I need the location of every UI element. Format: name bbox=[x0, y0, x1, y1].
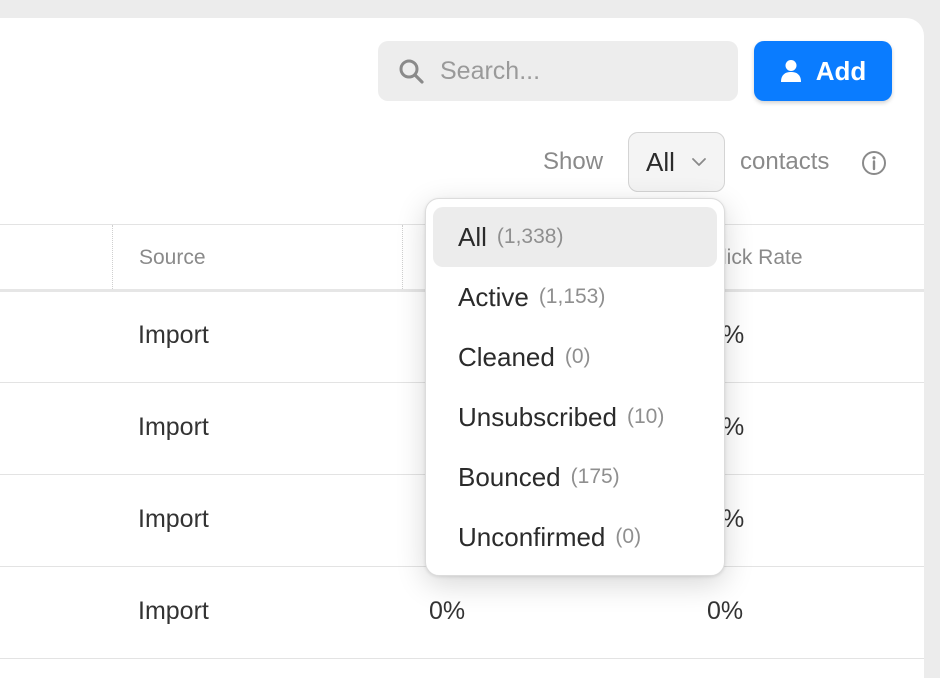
option-label: Bounced bbox=[458, 461, 561, 492]
open-rate-cell: 0% bbox=[429, 597, 466, 625]
column-divider bbox=[112, 225, 113, 289]
filter-option-unsubscribed[interactable]: Unsubscribed (10) bbox=[433, 387, 717, 447]
person-icon bbox=[780, 60, 801, 82]
column-header-click-rate[interactable]: lick Rate bbox=[722, 246, 803, 270]
search-icon bbox=[399, 59, 424, 84]
option-label: All bbox=[458, 221, 487, 252]
click-rate-cell: % bbox=[722, 413, 745, 441]
filter-option-cleaned[interactable]: Cleaned (0) bbox=[433, 327, 717, 387]
add-button-label: Add bbox=[815, 55, 867, 86]
option-count: (10) bbox=[626, 405, 665, 428]
search-field[interactable] bbox=[378, 41, 738, 101]
source-cell: Import bbox=[138, 321, 209, 349]
click-rate-cell: % bbox=[722, 505, 745, 533]
click-rate-cell: 0% bbox=[707, 597, 744, 625]
info-icon[interactable] bbox=[861, 150, 887, 176]
option-count: (0) bbox=[564, 345, 591, 368]
option-label: Unsubscribed bbox=[458, 401, 617, 432]
source-cell: Import bbox=[138, 505, 209, 533]
search-input[interactable] bbox=[438, 55, 722, 87]
source-cell: Import bbox=[138, 597, 209, 625]
click-rate-cell: % bbox=[722, 321, 745, 349]
option-label: Active bbox=[458, 281, 529, 312]
option-count: (1,338) bbox=[496, 225, 564, 248]
option-label: Unconfirmed bbox=[458, 521, 606, 552]
status-filter-value: All bbox=[646, 146, 675, 177]
status-filter-select[interactable]: All bbox=[628, 132, 725, 192]
source-cell: Import bbox=[138, 413, 209, 441]
column-divider bbox=[402, 225, 403, 289]
show-label: Show bbox=[543, 148, 604, 175]
column-header-source[interactable]: Source bbox=[139, 246, 206, 270]
status-filter-dropdown: All (1,338) Active (1,153) Cleaned (0) U… bbox=[425, 198, 725, 576]
chevron-down-icon bbox=[692, 158, 706, 166]
filter-option-all[interactable]: All (1,338) bbox=[433, 207, 717, 267]
add-contact-button[interactable]: Add bbox=[754, 41, 892, 101]
option-count: (0) bbox=[615, 525, 642, 548]
contacts-label: contacts bbox=[740, 148, 830, 175]
option-count: (175) bbox=[570, 465, 620, 488]
filter-option-active[interactable]: Active (1,153) bbox=[433, 267, 717, 327]
option-count: (1,153) bbox=[538, 285, 606, 308]
table-row[interactable]: Import 0% 0% bbox=[0, 567, 924, 659]
option-label: Cleaned bbox=[458, 341, 555, 372]
filter-option-unconfirmed[interactable]: Unconfirmed (0) bbox=[433, 507, 717, 567]
filter-option-bounced[interactable]: Bounced (175) bbox=[433, 447, 717, 507]
